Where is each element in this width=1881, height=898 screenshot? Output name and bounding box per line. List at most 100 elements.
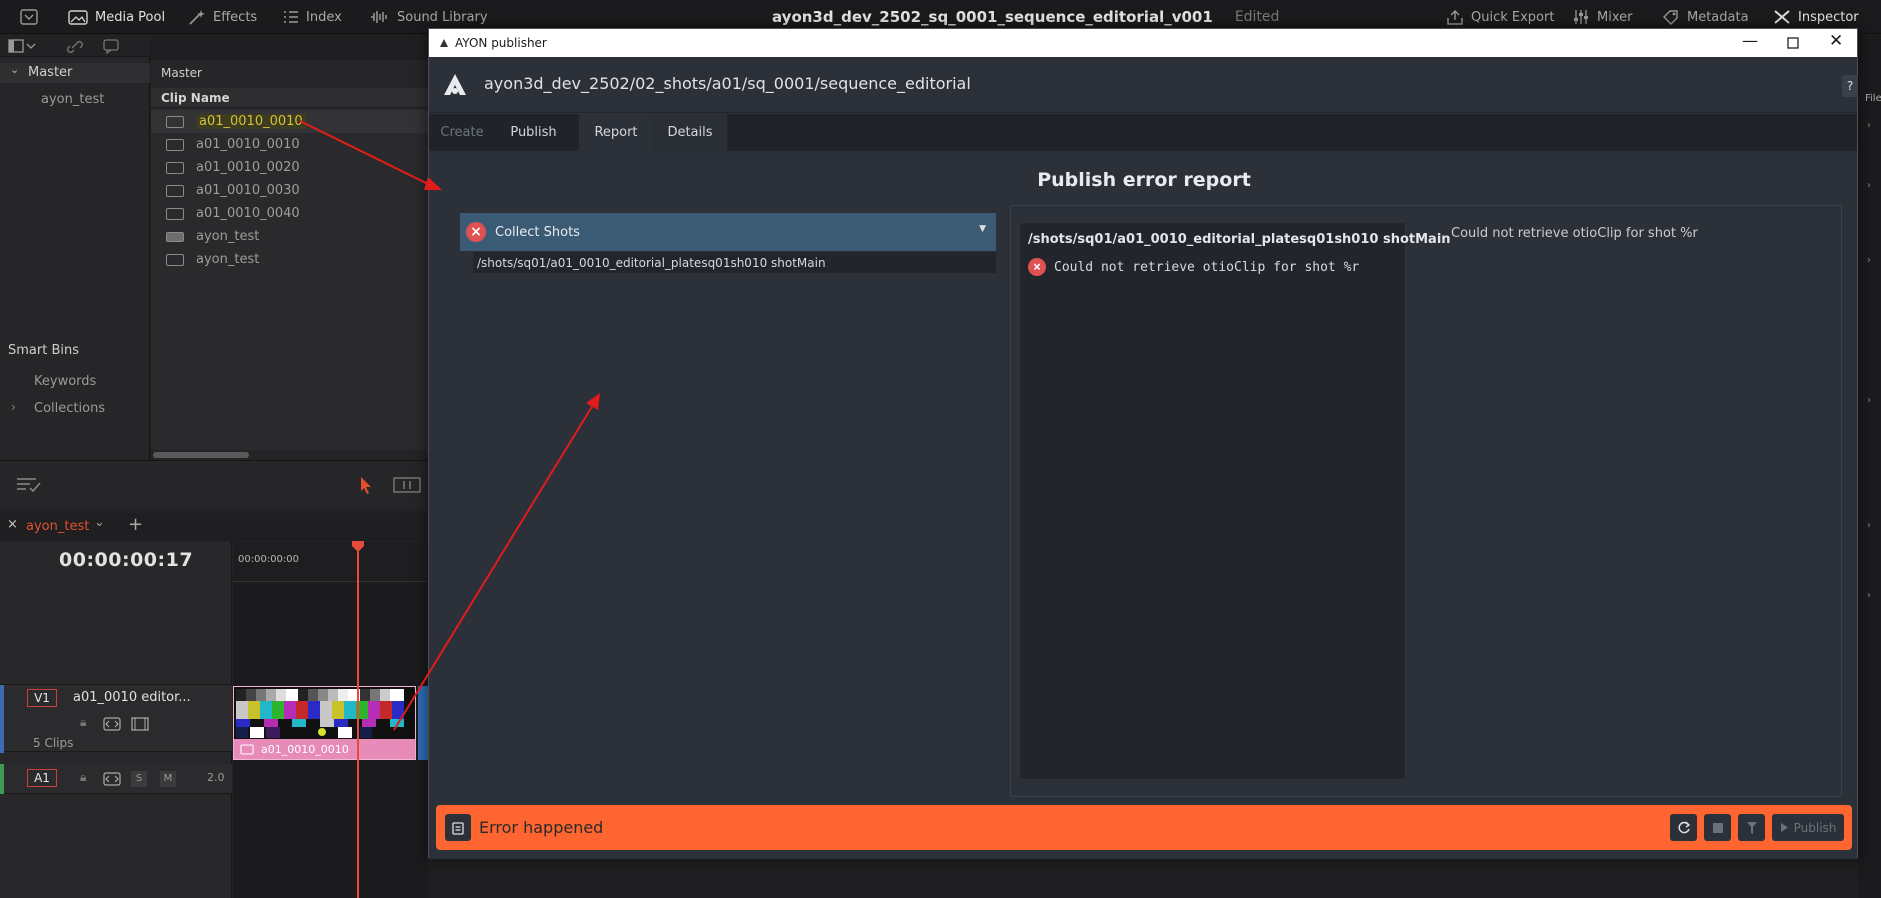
error-icon: × xyxy=(466,222,486,242)
chevron-down-icon[interactable]: ⌄ xyxy=(94,515,105,530)
index-button[interactable]: Index xyxy=(283,0,342,34)
refresh-icon xyxy=(1677,821,1690,833)
error-details-list: /shots/sq01/a01_0010_editorial_platesq01… xyxy=(1019,222,1451,780)
lock-icon[interactable]: 🔒︎ xyxy=(80,770,86,785)
minimize-icon[interactable]: — xyxy=(1742,31,1758,50)
list-item[interactable]: a01_0010_0020 xyxy=(151,156,428,179)
window-titlebar[interactable]: AYON publisher — ✕ xyxy=(429,29,1857,57)
list-item[interactable]: a01_0010_0010 xyxy=(151,133,428,156)
playhead-marker[interactable] xyxy=(351,540,365,554)
sidebar-toggle-icon[interactable] xyxy=(8,39,38,53)
chevron-right-icon[interactable]: › xyxy=(1867,520,1871,531)
list-item[interactable]: ayon_test xyxy=(151,248,428,271)
clip-icon xyxy=(166,184,184,197)
list-item[interactable]: ayon_test xyxy=(151,225,428,248)
timeline-tab-name[interactable]: ayon_test xyxy=(26,519,89,534)
index-label: Index xyxy=(306,9,342,25)
panel-toggle-button[interactable] xyxy=(20,0,38,34)
ayon-logo-icon xyxy=(444,74,466,95)
a1-track-label[interactable]: A1 xyxy=(27,769,57,787)
list-item[interactable]: a01_0010_0040 xyxy=(151,202,428,225)
effects-button[interactable]: Effects xyxy=(188,0,257,34)
solo-button[interactable]: S xyxy=(131,771,147,787)
auto-select-icon[interactable] xyxy=(103,772,121,786)
mute-button[interactable]: M xyxy=(160,771,176,787)
chevron-right-icon[interactable]: › xyxy=(11,400,16,414)
master-bin-row[interactable]: ⌄ Master xyxy=(0,63,150,83)
instance-item[interactable]: /shots/sq01/a01_0010_editorial_platesq01… xyxy=(473,252,996,273)
v1-track-label[interactable]: V1 xyxy=(27,689,57,707)
index-icon xyxy=(284,11,298,23)
link-icon[interactable] xyxy=(66,38,84,54)
media-pool-button[interactable]: Media Pool xyxy=(68,0,165,34)
error-item[interactable]: × Could not retrieve otioClip for shot %… xyxy=(1028,258,1359,276)
list-item[interactable]: a01_0010_0030 xyxy=(151,179,428,202)
chevron-right-icon[interactable]: › xyxy=(1867,180,1871,191)
chevron-right-icon[interactable]: › xyxy=(1867,395,1871,406)
reset-button[interactable] xyxy=(1670,814,1697,841)
clip-icon xyxy=(240,744,254,755)
tab-details[interactable]: Details xyxy=(653,114,727,151)
pool-header: Master xyxy=(151,60,428,88)
close-icon[interactable]: ✕ xyxy=(1829,31,1843,51)
sound-library-label: Sound Library xyxy=(397,9,488,25)
comment-icon[interactable] xyxy=(102,38,120,54)
horizontal-scrollbar[interactable] xyxy=(151,450,428,460)
timeline-clip[interactable]: a01_0010_0010 xyxy=(233,686,416,760)
column-header[interactable]: Clip Name xyxy=(151,88,428,108)
playhead-line[interactable] xyxy=(357,544,359,898)
audio-level: 2.0 xyxy=(207,771,225,784)
clip-name: ayon_test xyxy=(196,252,260,267)
help-button[interactable]: ? xyxy=(1842,75,1858,97)
timeline-ruler[interactable]: 00:00:00:00 xyxy=(233,542,428,582)
validate-button[interactable] xyxy=(1738,814,1765,841)
clip-icon xyxy=(166,161,184,174)
publish-button[interactable]: Publish xyxy=(1772,814,1844,841)
scrollbar-thumb[interactable] xyxy=(153,452,249,458)
clip-name: a01_0010_0040 xyxy=(196,206,300,221)
chevron-right-icon[interactable]: › xyxy=(1867,120,1871,131)
master-bin-label: Master xyxy=(28,65,73,80)
chevron-right-icon[interactable]: › xyxy=(1867,590,1871,601)
chevron-right-icon[interactable]: › xyxy=(1867,255,1871,266)
report-log-button[interactable] xyxy=(445,814,471,841)
clip-count: 5 Clips xyxy=(33,736,74,750)
add-timeline-icon[interactable]: + xyxy=(128,514,143,535)
tab-create[interactable]: Create xyxy=(429,114,495,151)
clip-icon xyxy=(166,115,184,128)
timeline-panel: × ayon_test ⌄ + 00:00:00:17 00:00:00:00 … xyxy=(0,460,428,898)
timeline-view-options-icon[interactable] xyxy=(16,476,44,494)
context-header: ayon3d_dev_2502/02_shots/a01/sq_0001/seq… xyxy=(429,57,1858,113)
ayon-small-logo-icon xyxy=(440,39,448,47)
dropdown-arrow-icon[interactable]: ▼ xyxy=(979,224,986,234)
trim-tool-icon[interactable] xyxy=(393,477,421,493)
selection-pointer-icon[interactable] xyxy=(358,475,374,495)
audio-track-header: A1 🔒︎ S M 2.0 xyxy=(0,764,232,794)
plugin-group-collect-shots[interactable]: × Collect Shots ▼ xyxy=(460,213,996,251)
smart-bin-keywords[interactable]: Keywords xyxy=(34,374,96,389)
film-icon[interactable] xyxy=(131,717,149,731)
track-color-strip xyxy=(0,685,4,753)
auto-select-icon[interactable] xyxy=(103,717,121,731)
lock-icon[interactable]: 🔒︎ xyxy=(80,715,86,730)
metadata-label: Metadata xyxy=(1687,9,1749,25)
close-tab-icon[interactable]: × xyxy=(7,517,18,532)
maximize-icon[interactable] xyxy=(1787,37,1799,49)
timeline-tab-bar: × ayon_test ⌄ + xyxy=(0,513,428,541)
tab-report[interactable]: Report xyxy=(579,114,653,151)
stop-button[interactable] xyxy=(1704,814,1731,841)
tab-publish[interactable]: Publish xyxy=(495,114,572,151)
smart-bin-collections[interactable]: Collections xyxy=(34,401,105,416)
bin-item-ayon-test[interactable]: ayon_test xyxy=(41,92,104,107)
instance-label: /shots/sq01/a01_0010_editorial_platesq01… xyxy=(477,255,826,270)
ayon-publisher-window: AYON publisher — ✕ ayon3d_dev_2502/02_sh… xyxy=(428,28,1858,859)
next-clip-edge[interactable] xyxy=(418,686,428,760)
details-instance-header: /shots/sq01/a01_0010_editorial_platesq01… xyxy=(1028,232,1451,247)
bins-toolbar xyxy=(0,35,150,57)
list-item[interactable]: a01_0010_0010 xyxy=(151,110,428,133)
error-message: Could not retrieve otioClip for shot %r xyxy=(1054,259,1360,275)
track-name[interactable]: a01_0010 editor... xyxy=(73,690,191,705)
pool-header-label: Master xyxy=(161,66,202,80)
file-tab-label[interactable]: File xyxy=(1865,93,1881,104)
media-pool-icon xyxy=(68,10,88,25)
